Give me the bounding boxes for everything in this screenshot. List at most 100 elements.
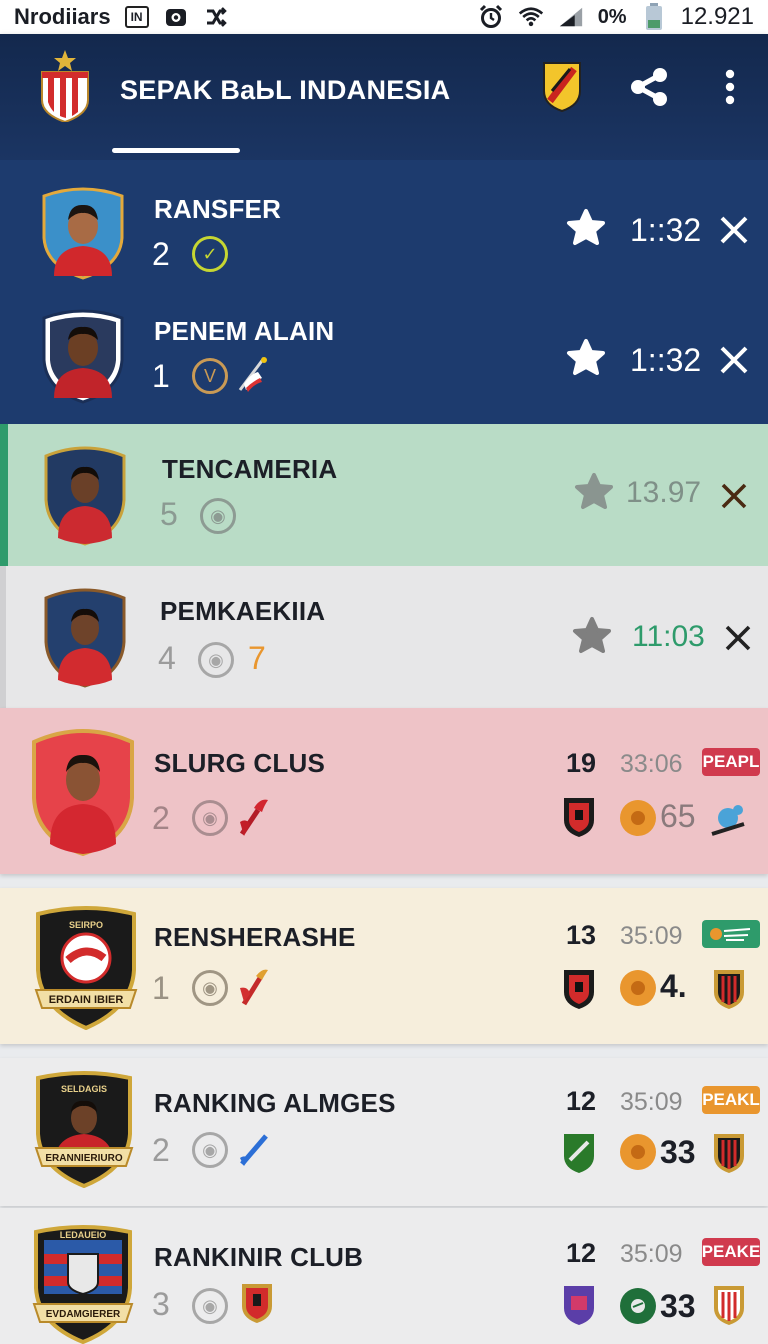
- list-item[interactable]: SEIRPO ERDAIN IBIER RENSHERASHE 1 ◉ 13 3…: [0, 888, 768, 1044]
- match-clock: 33:06: [620, 750, 683, 778]
- coin-icon: [620, 970, 656, 1006]
- medal-circle-icon: ◉: [192, 800, 228, 836]
- battery-percent: 0%: [597, 5, 627, 28]
- row-title: SLURG CLUS: [154, 748, 325, 778]
- medal-circle-icon: ◉: [200, 498, 236, 534]
- favorite-star-button[interactable]: [574, 472, 614, 512]
- row-title: RENSHERASHE: [154, 922, 356, 952]
- alarm-icon: [478, 4, 504, 30]
- stat-value: 4.: [660, 968, 687, 1004]
- app-title: SEPAK BаЬL INDANESIA: [120, 75, 451, 105]
- row-number: 1: [152, 358, 170, 394]
- list-item[interactable]: RANSFER 2 ✓ 1::32: [0, 160, 768, 292]
- check-circle-icon: ✓: [192, 236, 228, 272]
- torch-icon: [236, 966, 272, 1013]
- club-crest-icon: [562, 1132, 596, 1174]
- list-item[interactable]: SELDAGIS ERANNIERIURO RANKING ALMGES 2 ◉…: [0, 1058, 768, 1206]
- match-time: 1::32: [630, 212, 702, 248]
- favorite-star-button[interactable]: [572, 616, 612, 656]
- club-badge: LEDAUEIO EVDAMGIERER: [30, 1224, 136, 1344]
- league-tag[interactable]: [702, 920, 760, 948]
- match-clock: 35:09: [620, 1240, 683, 1268]
- camera-icon: [163, 4, 189, 30]
- list-item[interactable]: SLURG CLUS 2 ◉ 19 33:06 PEAPL 65: [0, 708, 768, 874]
- league-tag[interactable]: PEAKL: [702, 1086, 760, 1114]
- favorite-star-button[interactable]: [566, 338, 606, 378]
- close-button[interactable]: [722, 622, 754, 654]
- team-badge-button[interactable]: [540, 61, 584, 118]
- list-item[interactable]: PENEM ALAIN 1 V 1::32: [0, 292, 768, 424]
- league-tag[interactable]: PEAPL: [702, 748, 760, 776]
- row-title: RANKING ALMGES: [154, 1088, 396, 1118]
- share-button[interactable]: [628, 62, 672, 116]
- close-button[interactable]: [718, 480, 750, 512]
- more-options-button[interactable]: [708, 62, 752, 116]
- row-title: RANKINIR CLUB: [154, 1242, 364, 1272]
- medal-circle-icon: ◉: [192, 970, 228, 1006]
- match-time: 13.97: [626, 476, 702, 509]
- coin-icon: [620, 1134, 656, 1170]
- match-score: 19: [566, 748, 597, 778]
- shuffle-icon: [203, 4, 229, 30]
- crest-top-text: LEDAUEIO: [60, 1230, 107, 1240]
- club-crest-icon: [562, 968, 596, 1010]
- list-item[interactable]: TENCAMERIA 5 ◉ 13.97: [0, 424, 768, 566]
- coin-icon: [620, 800, 656, 836]
- row-number: 1: [152, 970, 170, 1006]
- club-badge: SELDAGIS ERANNIERIURO: [32, 1070, 136, 1193]
- battery-icon: [641, 3, 667, 30]
- club-crest-icon: [562, 796, 596, 838]
- signal-icon: [558, 4, 584, 30]
- more-vertical-icon: [724, 69, 736, 110]
- row-number: 2: [152, 1132, 170, 1168]
- v-circle-icon: V: [192, 358, 228, 394]
- row-number: 5: [160, 496, 178, 532]
- club-crest-icon: [562, 1284, 596, 1326]
- brush-icon: [236, 1128, 272, 1173]
- club-crest-icon: [712, 1132, 746, 1174]
- splash-icon: [708, 800, 748, 845]
- row-title: RANSFER: [154, 194, 282, 224]
- clock-time: 12.921: [680, 3, 754, 30]
- club-crest-icon: [712, 968, 746, 1010]
- match-clock: 35:09: [620, 922, 683, 950]
- match-score: 13: [566, 920, 597, 950]
- share-icon: [628, 65, 672, 114]
- medal-circle-icon: ◉: [192, 1132, 228, 1168]
- club-badge: SEIRPO ERDAIN IBIER: [32, 904, 140, 1035]
- player-badge: [40, 308, 126, 409]
- stat-value: 33: [660, 1134, 696, 1170]
- row-number: 3: [152, 1286, 170, 1322]
- shield-badge-icon: [542, 61, 582, 118]
- carrier-label: Nrodiiars: [14, 4, 111, 29]
- row-number: 4: [158, 640, 176, 676]
- tab-indicator: [112, 148, 240, 153]
- crest-ribbon-text: ERANNIERIURO: [45, 1153, 122, 1164]
- match-time: 1::32: [630, 342, 702, 378]
- row-extra-number: 7: [248, 640, 266, 676]
- crest-ribbon-text: EVDAMGIERER: [46, 1309, 121, 1320]
- close-button[interactable]: [718, 214, 750, 246]
- league-tag[interactable]: PEAKE: [702, 1238, 760, 1266]
- status-bar: Nrodiiars IN 0% 12.921: [0, 0, 768, 34]
- row-title: PENEM ALAIN: [154, 316, 335, 346]
- match-clock: 35:09: [620, 1088, 683, 1116]
- favorite-star-button[interactable]: [566, 208, 606, 248]
- match-score: 12: [566, 1238, 597, 1268]
- row-title: TENCAMERIA: [162, 454, 338, 484]
- flag-icon: [236, 354, 270, 399]
- close-button[interactable]: [718, 344, 750, 376]
- player-badge: [42, 442, 128, 551]
- list-item[interactable]: LEDAUEIO EVDAMGIERER RANKINIR CLUB 3 ◉ 1…: [0, 1208, 768, 1344]
- row-number: 2: [152, 236, 170, 272]
- player-badge: [30, 724, 136, 861]
- player-badge: [42, 584, 128, 693]
- notification-box-icon: IN: [124, 6, 149, 28]
- club-crest-icon: [240, 1282, 274, 1324]
- torch-icon: [236, 796, 272, 843]
- match-time: 11:03: [632, 620, 705, 653]
- stat-value: 33: [660, 1288, 696, 1324]
- stat-value: 65: [660, 798, 696, 834]
- coin-icon: [620, 1288, 656, 1324]
- list-item[interactable]: PEMKAEKIIA 4 ◉ 7 11:03: [0, 566, 768, 708]
